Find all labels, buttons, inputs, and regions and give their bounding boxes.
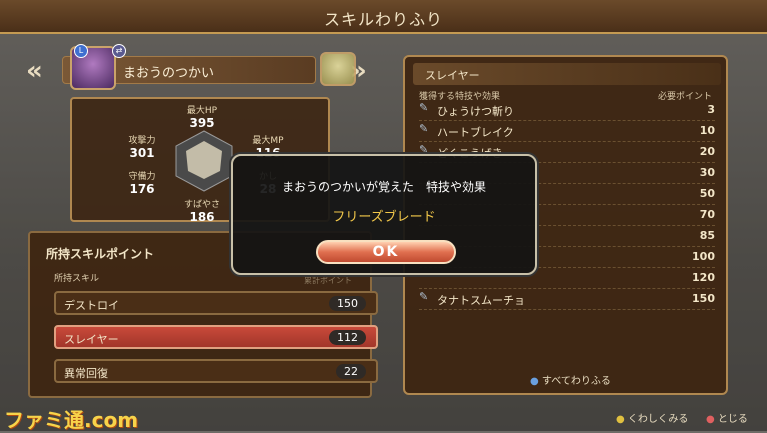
next-character-portrait[interactable] [320,52,356,86]
title-bar: スキルわりふり [0,0,767,34]
skill-item[interactable]: ✎ ハートブレイク 10 [419,122,715,142]
swap-icon: ⇄ [112,44,126,58]
skill-points-header: 所持スキルポイント [46,247,155,261]
shoulder-l-icon: L [74,44,88,58]
watermark-logo: ファミ通.com [4,408,139,432]
skill-row-destroy[interactable]: デストロイ 150 [54,291,378,315]
dialog-message: まおうのつかいが覚えた 特技や効果 [281,180,486,194]
learned-skill-name: フリーズブレード [332,210,436,225]
skill-row-status-cure[interactable]: 異常回復 22 [54,359,378,383]
allocate-all-button[interactable]: ● すべてわりふる [530,372,611,387]
details-hint[interactable]: ● くわしくみる [616,410,688,425]
stat-hexagon-chart [175,130,233,192]
skill-tree-title-bar: スレイヤー [413,63,721,85]
cumulative-points-label: 累計ポイント [304,276,352,285]
stat-agility: すばやさ 186 [183,200,220,224]
skill-item[interactable]: ✎ ひょうけつ斬り 3 [419,101,715,121]
stat-hp: 最大HP 395 [186,106,218,130]
skill-item[interactable]: ✎ タナトスムーチョ 150 [419,290,715,310]
skill-row-slayer[interactable]: スレイヤー 112 [54,325,378,349]
character-name: まおうのつかい [123,66,215,81]
owned-skills-label: 所持スキル [54,274,100,284]
prev-character-arrow-icon[interactable]: « [26,56,43,86]
ok-button[interactable]: OK [316,240,456,264]
skill-learned-dialog: まおうのつかいが覚えた 特技や効果 フリーズブレード OK [231,154,537,275]
stat-attack: 攻撃力 301 [128,136,156,160]
screen-title: スキルわりふり [323,10,443,29]
close-hint[interactable]: ● とじる [706,410,748,425]
stat-defense: 守備力 176 [128,172,156,196]
